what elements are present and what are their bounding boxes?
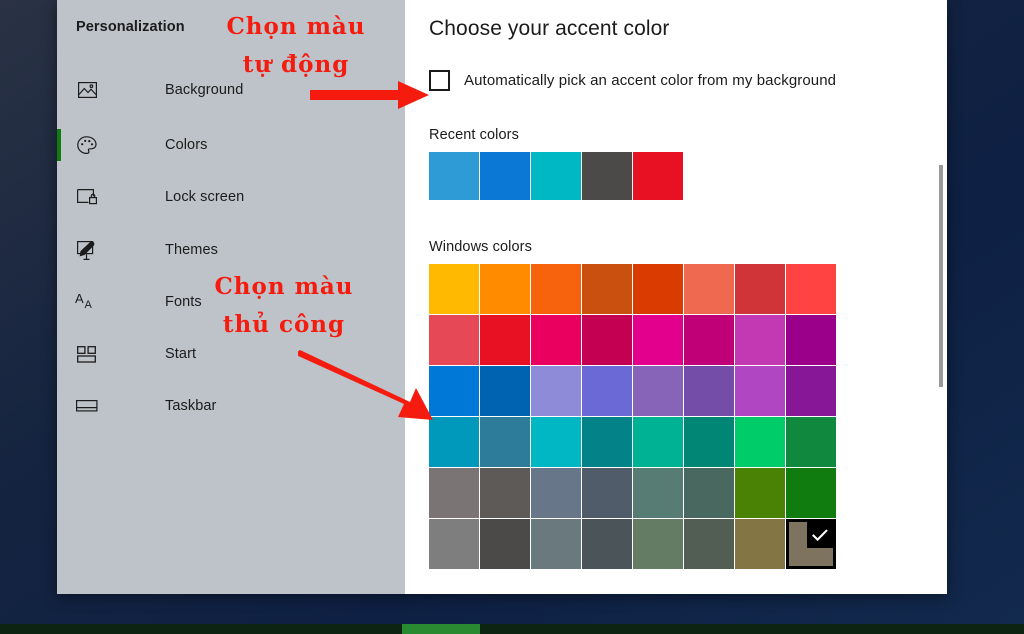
windows-color-swatch[interactable] [684,366,734,416]
windows-color-swatch[interactable] [684,417,734,467]
windows-color-swatch[interactable] [684,519,734,569]
sidebar-item-label: Colors [165,137,208,153]
windows-color-swatch[interactable] [786,417,836,467]
windows-color-swatch[interactable] [480,519,530,569]
windows-color-swatch[interactable] [786,468,836,518]
content-pane: Choose your accent color Automatically p… [405,0,947,594]
recent-color-swatch[interactable] [480,152,530,200]
auto-pick-accent-label: Automatically pick an accent color from … [464,72,837,89]
windows-color-swatch[interactable] [582,519,632,569]
windows-color-swatch[interactable] [633,315,683,365]
sidebar-item-themes[interactable]: Themes [57,230,405,270]
brush-icon [73,236,101,264]
windows-color-swatch[interactable] [735,519,785,569]
windows-color-swatch[interactable] [735,468,785,518]
sidebar-item-fonts[interactable]: A A Fonts [57,282,405,322]
windows-color-swatch[interactable] [429,315,479,365]
windows-color-swatch[interactable] [735,315,785,365]
auto-pick-accent-checkbox[interactable] [429,70,450,91]
recent-colors-label: Recent colors [429,127,519,143]
taskbar-icon [73,392,101,420]
sidebar-item-label: Taskbar [165,398,217,414]
sidebar-item-start[interactable]: Start [57,334,405,374]
windows-color-swatch[interactable] [633,417,683,467]
start-icon [73,340,101,368]
settings-window: Personalization Background Colors Lock s… [57,0,947,594]
recent-color-swatch[interactable] [531,152,581,200]
windows-color-swatch[interactable] [684,468,734,518]
sidebar-item-label: Lock screen [165,189,245,205]
desktop: Personalization Background Colors Lock s… [0,0,1024,634]
windows-color-swatch-selected[interactable] [786,519,836,569]
lock-screen-icon [73,183,101,211]
windows-color-swatch[interactable] [786,264,836,314]
sidebar-item-lock-screen[interactable]: Lock screen [57,177,405,217]
taskbar[interactable] [0,624,1024,634]
scrollbar-thumb[interactable] [939,165,943,387]
windows-colors-label: Windows colors [429,239,532,255]
image-icon [73,76,101,104]
windows-color-swatch[interactable] [429,519,479,569]
page-title: Personalization [76,19,185,35]
recent-color-swatch[interactable] [582,152,632,200]
windows-color-swatch[interactable] [480,468,530,518]
svg-text:A: A [85,299,93,311]
windows-color-swatch[interactable] [429,264,479,314]
windows-color-swatch[interactable] [735,417,785,467]
sidebar-item-background[interactable]: Background [57,70,405,110]
windows-color-swatch[interactable] [531,468,581,518]
recent-colors-swatches [429,152,683,200]
windows-color-swatch[interactable] [531,519,581,569]
sidebar: Personalization Background Colors Lock s… [57,0,405,594]
windows-color-swatch[interactable] [429,468,479,518]
windows-color-swatch[interactable] [582,315,632,365]
sidebar-item-label: Start [165,346,197,362]
windows-color-swatch[interactable] [633,366,683,416]
windows-color-swatch[interactable] [633,264,683,314]
windows-color-swatch[interactable] [480,366,530,416]
windows-color-swatch[interactable] [531,315,581,365]
sidebar-item-label: Fonts [165,294,202,310]
check-icon [807,522,833,548]
windows-color-swatch[interactable] [735,366,785,416]
windows-color-swatch[interactable] [582,366,632,416]
windows-color-swatch[interactable] [480,315,530,365]
windows-color-swatch[interactable] [633,519,683,569]
recent-color-swatch[interactable] [429,152,479,200]
windows-colors-grid [429,264,836,569]
sidebar-item-label: Themes [165,242,218,258]
svg-text:A: A [75,292,84,306]
content-heading: Choose your accent color [429,17,670,40]
sidebar-item-label: Background [165,82,244,98]
sidebar-item-taskbar[interactable]: Taskbar [57,386,405,426]
windows-color-swatch[interactable] [480,417,530,467]
windows-color-swatch[interactable] [531,366,581,416]
windows-color-swatch[interactable] [582,264,632,314]
palette-icon [73,131,101,159]
windows-color-swatch[interactable] [429,366,479,416]
windows-color-swatch[interactable] [582,468,632,518]
sidebar-item-colors[interactable]: Colors [57,125,405,165]
windows-color-swatch[interactable] [480,264,530,314]
windows-color-swatch[interactable] [735,264,785,314]
windows-color-swatch[interactable] [531,417,581,467]
auto-pick-accent-row[interactable]: Automatically pick an accent color from … [429,70,836,91]
windows-color-swatch[interactable] [786,366,836,416]
windows-color-swatch[interactable] [582,417,632,467]
scrollbar[interactable] [935,0,947,594]
fonts-icon: A A [73,288,101,316]
recent-color-swatch[interactable] [633,152,683,200]
windows-color-swatch[interactable] [531,264,581,314]
taskbar-active-item[interactable] [402,624,480,634]
windows-color-swatch[interactable] [684,315,734,365]
windows-color-swatch[interactable] [429,417,479,467]
windows-color-swatch[interactable] [684,264,734,314]
windows-color-swatch[interactable] [786,315,836,365]
windows-color-swatch[interactable] [633,468,683,518]
